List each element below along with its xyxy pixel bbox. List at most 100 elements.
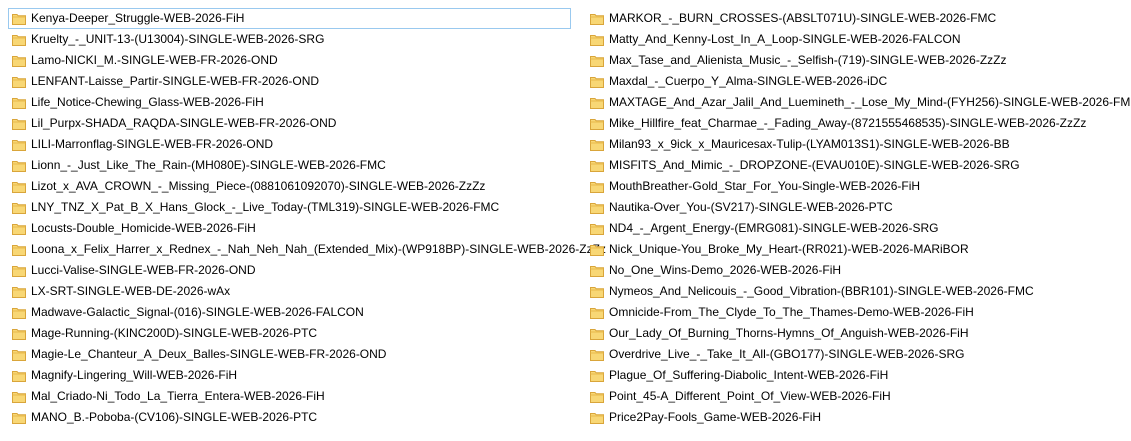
folder-item[interactable]: LILI-Marronflag-SINGLE-WEB-FR-2026-OND <box>8 134 571 155</box>
folder-name: Loona_x_Felix_Harrer_x_Rednex_-_Nah_Neh_… <box>31 242 606 256</box>
file-column-left: Kenya-Deeper_Struggle-WEB-2026-FiH Kruel… <box>8 8 606 428</box>
folder-name: Milan93_x_9ick_x_Mauricesax-Tulip-(LYAM0… <box>609 137 1010 151</box>
folder-name: ND4_-_Argent_Energy-(EMRG081)-SINGLE-WEB… <box>609 221 939 235</box>
folder-icon <box>590 139 604 151</box>
folder-name: Lionn_-_Just_Like_The_Rain-(MH080E)-SING… <box>31 158 386 172</box>
folder-name: Our_Lady_Of_Burning_Thorns-Hymns_Of_Angu… <box>609 326 969 340</box>
folder-item[interactable]: MISFITS_And_Mimic_-_DROPZONE-(EVAU010E)-… <box>586 155 1126 176</box>
folder-icon <box>590 244 604 256</box>
folder-item[interactable]: Madwave-Galactic_Signal-(016)-SINGLE-WEB… <box>8 302 571 323</box>
folder-item[interactable]: MouthBreather-Gold_Star_For_You-Single-W… <box>586 176 1126 197</box>
folder-item[interactable]: MANO_B.-Poboba-(CV106)-SINGLE-WEB-2026-P… <box>8 407 571 428</box>
folder-item[interactable]: Lucci-Valise-SINGLE-WEB-FR-2026-OND <box>8 260 571 281</box>
folder-icon <box>12 118 26 130</box>
folder-name: Locusts-Double_Homicide-WEB-2026-FiH <box>31 221 256 235</box>
folder-icon <box>590 223 604 235</box>
folder-icon <box>12 13 26 25</box>
folder-icon <box>590 97 604 109</box>
folder-item[interactable]: Lizot_x_AVA_CROWN_-_Missing_Piece-(08810… <box>8 176 571 197</box>
folder-name: Magnify-Lingering_Will-WEB-2026-FiH <box>31 368 238 382</box>
folder-icon <box>590 34 604 46</box>
folder-item[interactable]: Lionn_-_Just_Like_The_Rain-(MH080E)-SING… <box>8 155 571 176</box>
folder-item[interactable]: Kruelty_-_UNIT-13-(U13004)-SINGLE-WEB-20… <box>8 29 571 50</box>
folder-name: Overdrive_Live_-_Take_It_All-(GBO177)-SI… <box>609 347 965 361</box>
folder-item[interactable]: Lil_Purpx-SHADA_RAQDA-SINGLE-WEB-FR-2026… <box>8 113 571 134</box>
folder-name: MANO_B.-Poboba-(CV106)-SINGLE-WEB-2026-P… <box>31 410 318 424</box>
folder-item[interactable]: Plague_Of_Suffering-Diabolic_Intent-WEB-… <box>586 365 1126 386</box>
folder-icon <box>12 370 26 382</box>
folder-name: Nick_Unique-You_Broke_My_Heart-(RR021)-W… <box>609 242 969 256</box>
folder-icon <box>12 34 26 46</box>
folder-item[interactable]: MAXTAGE_And_Azar_Jalil_And_Luemineth_-_L… <box>586 92 1131 113</box>
folder-item[interactable]: LX-SRT-SINGLE-WEB-DE-2026-wAx <box>8 281 571 302</box>
folder-item[interactable]: Nautika-Over_You-(SV217)-SINGLE-WEB-2026… <box>586 197 1126 218</box>
folder-name: Mage-Running-(KINC200D)-SINGLE-WEB-2026-… <box>31 326 318 340</box>
folder-item[interactable]: Mike_Hillfire_feat_Charmae_-_Fading_Away… <box>586 113 1126 134</box>
file-list-view: Kenya-Deeper_Struggle-WEB-2026-FiH Kruel… <box>0 0 1131 441</box>
folder-item[interactable]: Milan93_x_9ick_x_Mauricesax-Tulip-(LYAM0… <box>586 134 1126 155</box>
folder-item[interactable]: Price2Pay-Fools_Game-WEB-2026-FiH <box>586 407 1126 428</box>
folder-name: Kenya-Deeper_Struggle-WEB-2026-FiH <box>31 11 245 25</box>
folder-icon <box>12 307 26 319</box>
folder-item[interactable]: Overdrive_Live_-_Take_It_All-(GBO177)-SI… <box>586 344 1126 365</box>
folder-name: Nautika-Over_You-(SV217)-SINGLE-WEB-2026… <box>609 200 893 214</box>
folder-icon <box>590 265 604 277</box>
folder-item[interactable]: Our_Lady_Of_Burning_Thorns-Hymns_Of_Angu… <box>586 323 1126 344</box>
folder-icon <box>12 76 26 88</box>
folder-item[interactable]: MARKOR_-_BURN_CROSSES-(ABSLT071U)-SINGLE… <box>586 8 1126 29</box>
folder-name: LENFANT-Laisse_Partir-SINGLE-WEB-FR-2026… <box>31 74 320 88</box>
folder-item[interactable]: Loona_x_Felix_Harrer_x_Rednex_-_Nah_Neh_… <box>8 239 606 260</box>
folder-item[interactable]: ND4_-_Argent_Energy-(EMRG081)-SINGLE-WEB… <box>586 218 1126 239</box>
folder-item[interactable]: No_One_Wins-Demo_2026-WEB-2026-FiH <box>586 260 1126 281</box>
folder-icon <box>12 55 26 67</box>
folder-icon <box>12 181 26 193</box>
folder-icon <box>590 202 604 214</box>
folder-item[interactable]: Locusts-Double_Homicide-WEB-2026-FiH <box>8 218 571 239</box>
folder-icon <box>12 139 26 151</box>
folder-icon <box>12 412 26 424</box>
folder-name: Omnicide-From_The_Clyde_To_The_Thames-De… <box>609 305 974 319</box>
folder-name: MouthBreather-Gold_Star_For_You-Single-W… <box>609 179 921 193</box>
folder-name: Max_Tase_and_Alienista_Music_-_Selfish-(… <box>609 53 1007 67</box>
folder-item[interactable]: Nick_Unique-You_Broke_My_Heart-(RR021)-W… <box>586 239 1126 260</box>
folder-name: LX-SRT-SINGLE-WEB-DE-2026-wAx <box>31 284 231 298</box>
folder-name: Madwave-Galactic_Signal-(016)-SINGLE-WEB… <box>31 305 364 319</box>
folder-item[interactable]: Life_Notice-Chewing_Glass-WEB-2026-FiH <box>8 92 571 113</box>
folder-icon <box>590 181 604 193</box>
folder-name: LNY_TNZ_X_Pat_B_X_Hans_Glock_-_Live_Toda… <box>31 200 500 214</box>
folder-name: Point_45-A_Different_Point_Of_View-WEB-2… <box>609 389 891 403</box>
folder-icon <box>12 97 26 109</box>
folder-icon <box>12 286 26 298</box>
folder-item[interactable]: LENFANT-Laisse_Partir-SINGLE-WEB-FR-2026… <box>8 71 571 92</box>
folder-name: Magie-Le_Chanteur_A_Deux_Balles-SINGLE-W… <box>31 347 387 361</box>
folder-name: MAXTAGE_And_Azar_Jalil_And_Luemineth_-_L… <box>609 95 1131 109</box>
folder-name: Lil_Purpx-SHADA_RAQDA-SINGLE-WEB-FR-2026… <box>31 116 337 130</box>
folder-name: Lizot_x_AVA_CROWN_-_Missing_Piece-(08810… <box>31 179 486 193</box>
folder-item[interactable]: Magnify-Lingering_Will-WEB-2026-FiH <box>8 365 571 386</box>
folder-name: Maxdal_-_Cuerpo_Y_Alma-SINGLE-WEB-2026-i… <box>609 74 888 88</box>
folder-item[interactable]: Omnicide-From_The_Clyde_To_The_Thames-De… <box>586 302 1126 323</box>
folder-icon <box>590 13 604 25</box>
folder-name: Lucci-Valise-SINGLE-WEB-FR-2026-OND <box>31 263 256 277</box>
folder-icon <box>590 349 604 361</box>
folder-item[interactable]: Mal_Criado-Ni_Todo_La_Tierra_Entera-WEB-… <box>8 386 571 407</box>
folder-name: Matty_And_Kenny-Lost_In_A_Loop-SINGLE-WE… <box>609 32 961 46</box>
folder-item[interactable]: LNY_TNZ_X_Pat_B_X_Hans_Glock_-_Live_Toda… <box>8 197 571 218</box>
folder-item[interactable]: Lamo-NICKI_M.-SINGLE-WEB-FR-2026-OND <box>8 50 571 71</box>
folder-icon <box>12 223 26 235</box>
folder-item[interactable]: Point_45-A_Different_Point_Of_View-WEB-2… <box>586 386 1126 407</box>
folder-name: Life_Notice-Chewing_Glass-WEB-2026-FiH <box>31 95 264 109</box>
folder-name: Kruelty_-_UNIT-13-(U13004)-SINGLE-WEB-20… <box>31 32 325 46</box>
folder-item[interactable]: Maxdal_-_Cuerpo_Y_Alma-SINGLE-WEB-2026-i… <box>586 71 1126 92</box>
folder-name: MISFITS_And_Mimic_-_DROPZONE-(EVAU010E)-… <box>609 158 1020 172</box>
folder-item[interactable]: Nymeos_And_Nelicouis_-_Good_Vibration-(B… <box>586 281 1126 302</box>
folder-name: No_One_Wins-Demo_2026-WEB-2026-FiH <box>609 263 842 277</box>
folder-item[interactable]: Mage-Running-(KINC200D)-SINGLE-WEB-2026-… <box>8 323 571 344</box>
folder-icon <box>590 307 604 319</box>
folder-name: Plague_Of_Suffering-Diabolic_Intent-WEB-… <box>609 368 889 382</box>
folder-item[interactable]: Matty_And_Kenny-Lost_In_A_Loop-SINGLE-WE… <box>586 29 1126 50</box>
folder-item[interactable]: Magie-Le_Chanteur_A_Deux_Balles-SINGLE-W… <box>8 344 571 365</box>
folder-item[interactable]: Max_Tase_and_Alienista_Music_-_Selfish-(… <box>586 50 1126 71</box>
folder-item[interactable]: Kenya-Deeper_Struggle-WEB-2026-FiH <box>8 8 571 29</box>
folder-name: Mike_Hillfire_feat_Charmae_-_Fading_Away… <box>609 116 1087 130</box>
